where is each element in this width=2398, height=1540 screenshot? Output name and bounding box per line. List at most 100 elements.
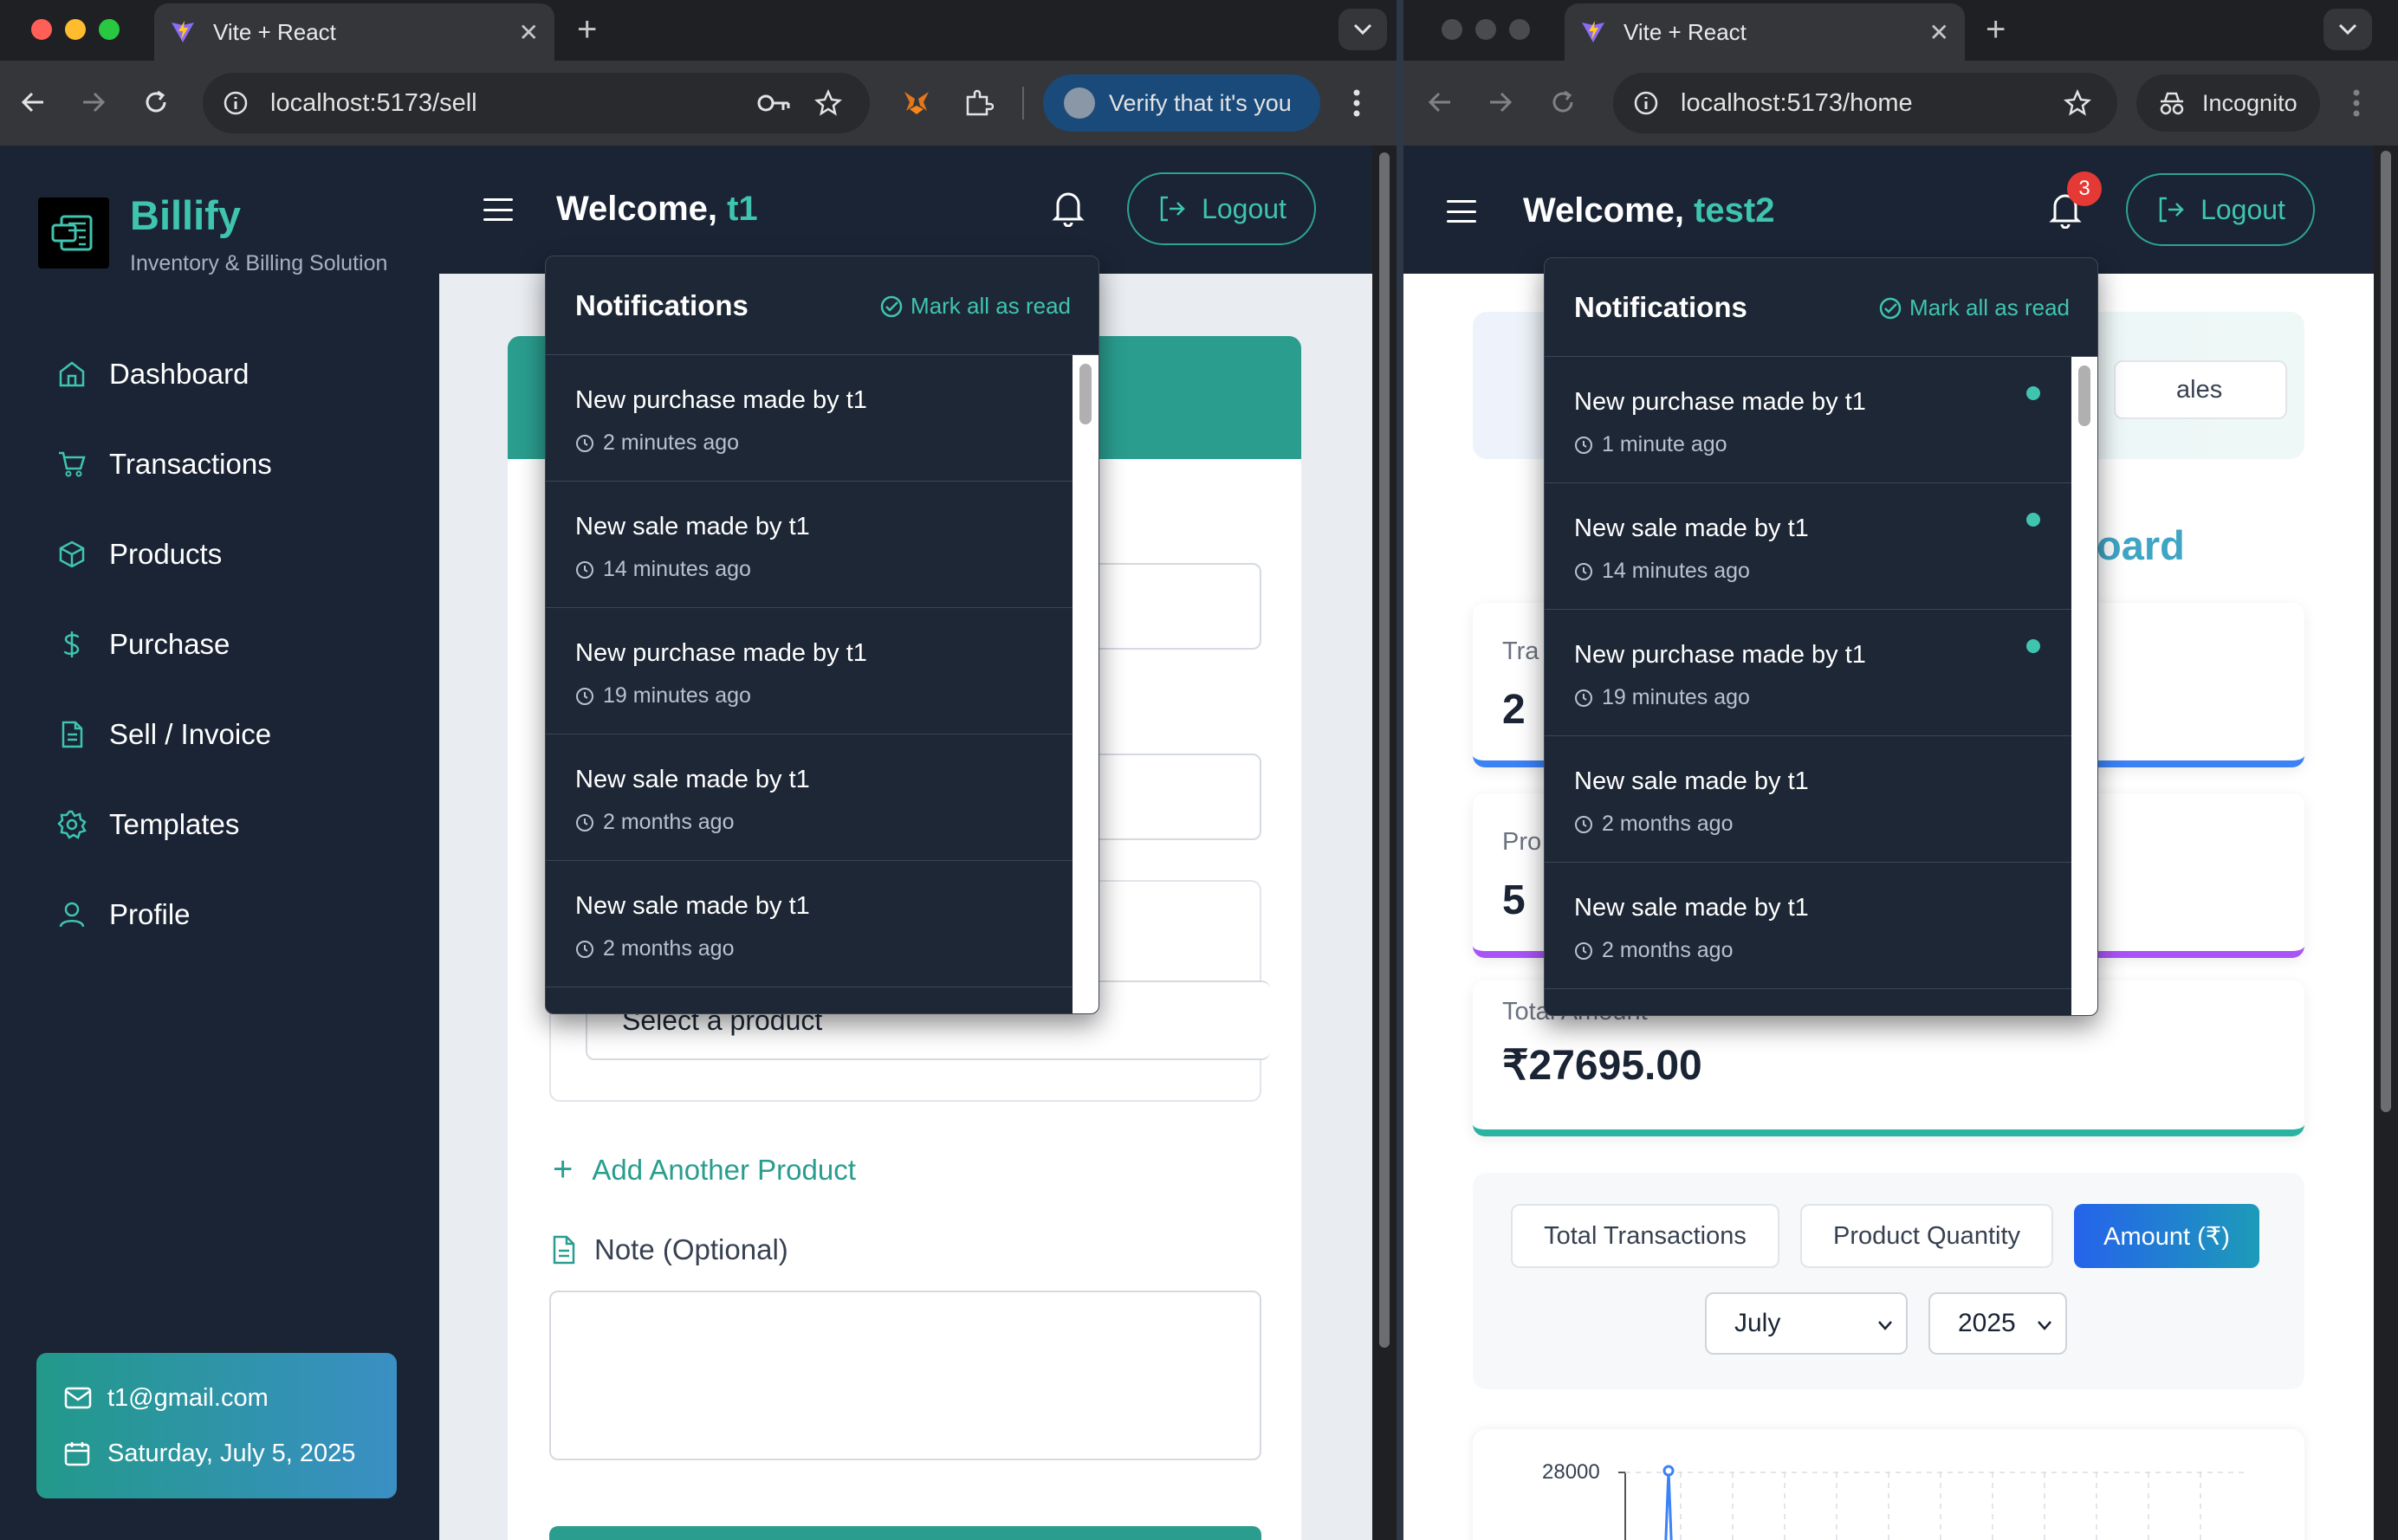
stat-value: 5: [1502, 877, 1526, 923]
notification-scrollbar[interactable]: [1073, 355, 1099, 1013]
verify-profile-button[interactable]: Verify that it's you: [1043, 74, 1320, 132]
browser-menu-icon[interactable]: [2351, 88, 2362, 118]
menu-toggle-icon[interactable]: [483, 198, 513, 221]
incognito-icon: [2160, 92, 2184, 115]
notification-bell-icon[interactable]: [1051, 189, 1086, 227]
maximize-window-button[interactable]: [99, 19, 120, 40]
tab-total-transactions[interactable]: Total Transactions: [1511, 1204, 1779, 1268]
page-scrollbar-thumb[interactable]: [1379, 152, 1390, 1348]
scrollbar-thumb[interactable]: [1079, 364, 1092, 424]
nav-item-profile[interactable]: Profile: [57, 889, 191, 941]
reload-button[interactable]: [1546, 85, 1580, 120]
app-header: Welcome, t1 Logout: [439, 146, 1372, 274]
close-window-button[interactable]: [1442, 19, 1462, 40]
vite-logo-icon: [1580, 19, 1606, 45]
bookmark-star-icon[interactable]: [2064, 89, 2091, 117]
nav-item-templates[interactable]: Templates: [57, 799, 239, 851]
forward-button[interactable]: [76, 85, 111, 120]
key-icon[interactable]: [757, 91, 792, 115]
nav-item-dashboard[interactable]: Dashboard: [57, 348, 249, 400]
address-bar[interactable]: localhost:5173/home: [1613, 73, 2117, 133]
back-button[interactable]: [1423, 85, 1457, 120]
notification-item[interactable]: New sale made by t1 14 minutes ago: [1545, 483, 2071, 610]
close-tab-icon[interactable]: ✕: [1929, 18, 1949, 47]
tab-product-quantity[interactable]: Product Quantity: [1800, 1204, 2053, 1268]
logout-button[interactable]: Logout: [1127, 172, 1316, 245]
chevron-down-icon: [1878, 1321, 1892, 1330]
nav-item-sell-invoice[interactable]: Sell / Invoice: [57, 709, 271, 760]
notification-item[interactable]: New purchase made by t1 1 minute ago: [1545, 357, 2071, 483]
notification-item[interactable]: New sale made by t1 2 months ago: [1545, 736, 2071, 863]
site-info-icon[interactable]: [222, 89, 250, 117]
bookmark-star-icon[interactable]: [814, 89, 842, 117]
notification-item[interactable]: New sale made by t1 2 months ago: [1545, 863, 2071, 989]
tab-search-button[interactable]: [1338, 9, 1387, 50]
arrow-left-icon: [1428, 92, 1450, 113]
chart-point[interactable]: [1662, 1465, 1675, 1477]
url-text: localhost:5173/home: [1681, 88, 1913, 117]
notification-item[interactable]: New sale made by t1 14 minutes ago: [546, 482, 1073, 608]
new-tab-button[interactable]: +: [577, 10, 597, 49]
current-date: Saturday, July 5, 2025: [107, 1439, 356, 1467]
browser-tab[interactable]: Vite + React ✕: [154, 3, 554, 61]
browser-toolbar: localhost:5173/sell Verify that it's you: [0, 61, 1397, 146]
tab-title: Vite + React: [213, 18, 336, 45]
nav-item-transactions[interactable]: Transactions: [57, 438, 272, 490]
tab-search-button[interactable]: [2323, 9, 2372, 50]
mail-icon: [64, 1384, 92, 1412]
logout-button[interactable]: Logout: [2126, 173, 2315, 246]
notification-item[interactable]: New purchase made by t1 19 minutes ago: [546, 608, 1073, 734]
submit-button[interactable]: [549, 1526, 1261, 1540]
notification-item[interactable]: New sale made by t1 2 months ago: [546, 734, 1073, 861]
clock-icon: [1575, 941, 1592, 960]
notification-item[interactable]: New sale made by t1 2 months ago: [546, 861, 1073, 987]
site-info-icon[interactable]: [1632, 89, 1660, 117]
mark-all-read-button[interactable]: Mark all as read: [1878, 294, 2070, 321]
browser-menu-icon[interactable]: [1351, 88, 1362, 118]
notification-scrollbar[interactable]: [2071, 357, 2097, 1015]
metamask-extension-icon[interactable]: [901, 87, 932, 118]
avatar: [1064, 87, 1095, 119]
extensions-puzzle-icon[interactable]: [964, 88, 994, 118]
add-product-button[interactable]: + Add Another Product: [553, 1150, 856, 1189]
address-bar[interactable]: localhost:5173/sell: [203, 73, 870, 133]
close-tab-icon[interactable]: ✕: [519, 18, 539, 47]
chart-grid: [1625, 1472, 2244, 1540]
maximize-window-button[interactable]: [1509, 19, 1530, 40]
scrollbar-thumb[interactable]: [2078, 366, 2090, 426]
app-header: Welcome, test2 3 Logout: [1403, 146, 2374, 274]
page-scrollbar[interactable]: [1372, 146, 1397, 1540]
close-window-button[interactable]: [31, 19, 52, 40]
page-scrollbar-thumb[interactable]: [2381, 151, 2391, 1112]
page-viewport: Billify Inventory & Billing Solution Das…: [0, 146, 1372, 1540]
menu-toggle-icon[interactable]: [1447, 200, 1476, 223]
nav-item-products[interactable]: Products: [57, 528, 222, 580]
mark-all-read-button[interactable]: Mark all as read: [879, 293, 1071, 320]
incognito-indicator[interactable]: Incognito: [2136, 74, 2320, 132]
amount-chart: 28000: [1473, 1429, 2304, 1540]
new-tab-button[interactable]: +: [1986, 10, 2006, 49]
reload-icon: [1552, 90, 1573, 113]
note-textarea[interactable]: [549, 1291, 1261, 1460]
forward-button[interactable]: [1483, 85, 1518, 120]
tab-amount[interactable]: Amount (₹): [2074, 1204, 2259, 1268]
gear-icon: [57, 810, 87, 839]
browser-tab[interactable]: Vite + React ✕: [1565, 3, 1965, 61]
page-scrollbar[interactable]: [2374, 146, 2398, 1540]
notification-item[interactable]: New purchase made by t1 19 minutes ago: [1545, 610, 2071, 736]
browser-toolbar: localhost:5173/home Incognito: [1403, 61, 2398, 146]
month-select[interactable]: July: [1705, 1292, 1908, 1355]
notification-list: New purchase made by t1 2 minutes ago New…: [546, 355, 1073, 1013]
reload-button[interactable]: [139, 85, 173, 120]
notification-item[interactable]: New purchase made by t1 2 minutes ago: [546, 355, 1073, 482]
clock-icon: [1575, 436, 1592, 454]
notification-header: Notifications Mark all as read: [1545, 258, 2097, 357]
nav-item-purchase[interactable]: Purchase: [57, 618, 230, 670]
minimize-window-button[interactable]: [65, 19, 86, 40]
year-select[interactable]: 2025: [1928, 1292, 2067, 1355]
back-button[interactable]: [16, 85, 50, 120]
minimize-window-button[interactable]: [1475, 19, 1496, 40]
sales-button[interactable]: ales: [2114, 360, 2287, 419]
url-text: localhost:5173/sell: [270, 88, 477, 117]
notification-count-badge: 3: [2067, 171, 2102, 206]
